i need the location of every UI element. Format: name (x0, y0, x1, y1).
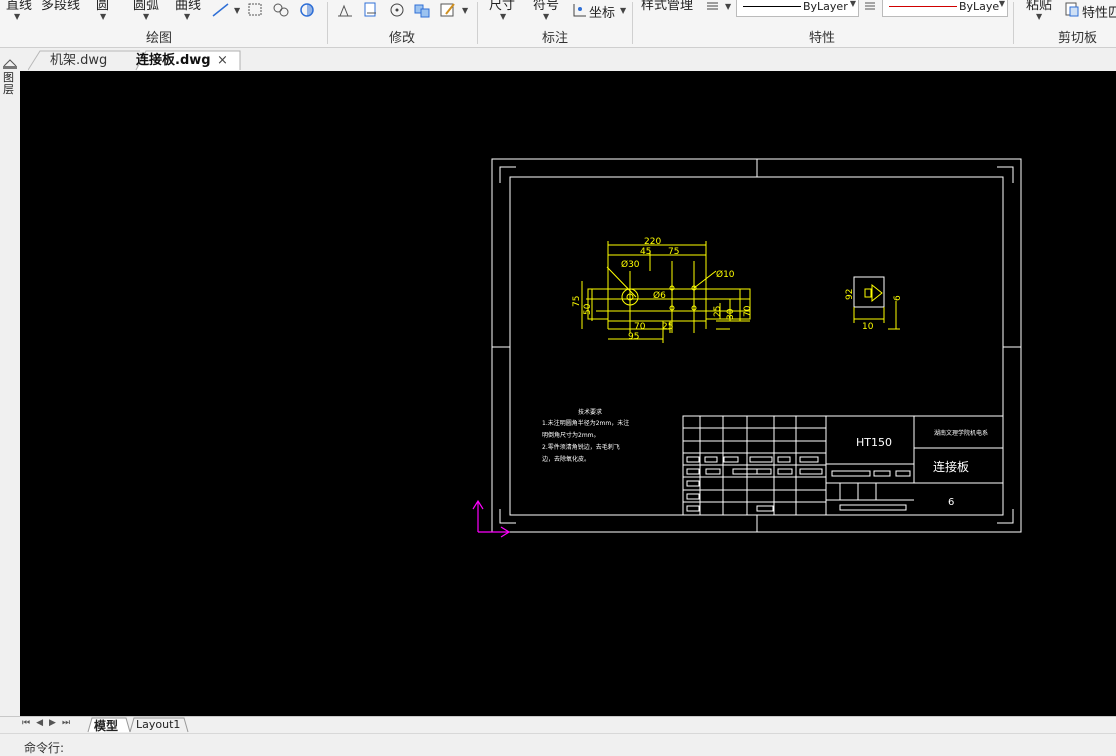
dim-92: 92 (845, 289, 855, 300)
match-properties-tool[interactable]: 特性匹 (1082, 2, 1116, 21)
group-separator (632, 2, 633, 44)
school-name: 湖南文理学院机电系 (934, 429, 988, 437)
layer-list-icon[interactable] (863, 0, 877, 20)
document-tab-bar: 机架.dwg 连接板.dwg × (0, 48, 1116, 71)
symbol-dropdown-icon[interactable]: ▼ (543, 12, 549, 21)
construction-line-icon[interactable]: ▼ (210, 0, 240, 20)
layer-panel-icon[interactable] (2, 56, 18, 70)
svg-text:▼: ▼ (234, 6, 240, 15)
tab-lianjieban[interactable]: 连接板.dwg (130, 50, 217, 71)
command-line[interactable]: 命令行: (0, 733, 1116, 755)
dim-45: 45 (640, 247, 651, 257)
dim-95: 95 (628, 332, 639, 342)
group-title-modify: 修改 (389, 31, 416, 46)
drawing-svg: 220 45 75 Ø30 Ø10 Ø6 75 50 70 95 25 25 3… (472, 158, 1022, 538)
arc-dropdown-icon[interactable]: ▼ (143, 12, 149, 21)
stretch-icon[interactable] (335, 0, 355, 20)
style-manager-tool[interactable]: 样式管理 (641, 0, 693, 13)
array-icon[interactable] (412, 0, 432, 20)
polyline-tool[interactable]: 多段线 (41, 0, 80, 13)
layout-tab-model[interactable]: 模型 (94, 717, 118, 734)
rotate-icon[interactable] (387, 0, 407, 20)
chevron-down-icon: ▼ (998, 0, 1005, 8)
dim-phi10: Ø10 (716, 269, 735, 280)
layout-nav-arrows-icon[interactable]: ⏮◀▶⏭ (22, 718, 76, 728)
notes-title: 技术要求 (578, 408, 602, 416)
sheet-number: 6 (948, 497, 954, 508)
dim-70-right: 70 (743, 305, 753, 317)
dim-50: 50 (583, 303, 593, 315)
notes-line-3: 2.零件须清角锐边，去毛刺飞 (542, 443, 620, 451)
group-title-draw: 绘图 (146, 31, 173, 46)
dim-75-top: 75 (668, 247, 679, 257)
coordinate-tool[interactable]: 坐标 (589, 2, 615, 21)
chevron-down-icon: ▼ (849, 0, 856, 8)
group-separator (1013, 2, 1014, 44)
command-prompt: 命令行: (24, 741, 65, 755)
layer-panel-label[interactable]: 图层 (3, 72, 15, 96)
technical-notes: 技术要求 1.未注明圆角半径为2mm，未注 明倒角尺寸为2mm。 2.零件须清角… (542, 408, 629, 463)
tab-close-icon[interactable]: × (217, 53, 228, 68)
dim-30: 30 (726, 308, 736, 320)
coordinate-dropdown-icon[interactable]: ▼ (620, 6, 626, 15)
part-name: 连接板 (933, 459, 969, 474)
svg-text:▼: ▼ (462, 6, 469, 15)
dim-10: 10 (862, 322, 874, 332)
color-combo[interactable]: ByLaye ▼ (882, 0, 1008, 17)
layout-tab-layout1[interactable]: Layout1 (136, 718, 180, 731)
group-separator (477, 2, 478, 44)
dim-70-bottom: 70 (634, 322, 646, 332)
dim-25-bottom: 25 (662, 322, 673, 332)
lineweight-icon[interactable]: ▼ (704, 0, 734, 20)
dim-220: 220 (644, 237, 661, 247)
group-title-annotate: 标注 (542, 31, 569, 46)
circle-dropdown-icon[interactable]: ▼ (100, 12, 106, 21)
dim-phi6: Ø6 (653, 290, 666, 301)
copy-icon[interactable] (361, 0, 381, 20)
side-view-dimension-lines (853, 301, 900, 330)
ribbon: 直线 ▼ 多段线 圆 ▼ 圆弧 ▼ 曲线 ▼ ▼ 绘图 ▼ 修改 尺寸 ▼ 符号… (0, 0, 1116, 48)
hatch-icon[interactable] (271, 0, 291, 20)
dim-25-right: 25 (713, 306, 723, 317)
left-rail: 图层 (0, 48, 20, 716)
dim-phi30: Ø30 (621, 259, 640, 270)
dim-6: 6 (893, 295, 903, 301)
ucs-icon (472, 499, 511, 538)
svg-text:▼: ▼ (725, 2, 732, 11)
group-title-properties: 特性 (809, 31, 836, 46)
coordinate-icon[interactable] (570, 0, 588, 20)
line-dropdown-icon[interactable]: ▼ (14, 12, 20, 21)
sheet-frame (491, 158, 1022, 533)
dim-75-left: 75 (572, 296, 582, 307)
paste-dropdown-icon[interactable]: ▼ (1036, 12, 1042, 21)
rectangle-icon[interactable] (246, 0, 264, 20)
material: HT150 (856, 436, 892, 449)
linetype-combo[interactable]: ByLayer ▼ (736, 0, 859, 17)
group-title-clipboard: 剪切板 (1058, 31, 1098, 46)
notes-line-2: 明倒角尺寸为2mm。 (542, 431, 600, 439)
dimension-dropdown-icon[interactable]: ▼ (500, 12, 506, 21)
group-separator (327, 2, 328, 44)
curve-dropdown-icon[interactable]: ▼ (184, 12, 190, 21)
side-view (853, 276, 885, 308)
notes-line-4: 边，去除氧化皮。 (542, 455, 590, 463)
region-icon[interactable] (297, 0, 317, 20)
notes-line-1: 1.未注明圆角半径为2mm，未注 (542, 419, 629, 427)
match-properties-icon[interactable] (1064, 0, 1080, 20)
tab-jijia[interactable]: 机架.dwg (44, 50, 113, 71)
edit-icon[interactable]: ▼ (438, 0, 472, 20)
drawing-canvas[interactable]: 220 45 75 Ø30 Ø10 Ø6 75 50 70 95 25 25 3… (20, 71, 1116, 716)
layout-tab-bar: ⏮◀▶⏭ 模型 Layout1 (0, 716, 1116, 734)
